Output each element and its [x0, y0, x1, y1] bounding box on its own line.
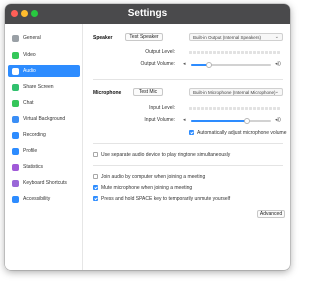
- divider: [93, 79, 283, 80]
- input-volume-fill: [191, 120, 247, 122]
- sidebar-item-label: Statistics: [23, 164, 44, 170]
- speaker-low-icon: ◂: [183, 117, 186, 123]
- space-unmute-checkbox[interactable]: [93, 196, 98, 201]
- input-volume-knob[interactable]: [244, 118, 250, 124]
- sidebar-item-accessibility[interactable]: Accessibility: [8, 193, 80, 205]
- sidebar-item-label: Profile: [23, 148, 38, 154]
- output-level-meter: [189, 51, 280, 54]
- sidebar: General Video Audio Share Screen Chat Vi…: [5, 24, 83, 270]
- output-volume-slider[interactable]: [191, 62, 271, 68]
- test-mic-button[interactable]: Test Mic: [133, 88, 163, 96]
- speaker-low-icon: ◂: [183, 61, 186, 67]
- sidebar-item-label: Audio: [23, 68, 36, 74]
- mute-on-join-checkbox[interactable]: [93, 185, 98, 190]
- divider: [93, 143, 283, 144]
- output-volume-label: Output Volume:: [140, 61, 175, 67]
- ringtone-device-checkbox[interactable]: [93, 152, 98, 157]
- audio-settings-panel: Speaker Test Speaker Built-in Output (In…: [83, 24, 290, 270]
- profile-icon: [12, 147, 19, 155]
- microphone-device-select[interactable]: Built-in Microphone (Internal Microphone…: [189, 88, 283, 96]
- speaker-high-icon: ◂)): [275, 61, 281, 67]
- sidebar-item-label: Recording: [23, 132, 46, 138]
- sidebar-item-label: Video: [23, 52, 36, 58]
- input-level-meter: [189, 107, 280, 110]
- keyboard-icon: [12, 179, 19, 187]
- chevron-down-icon: ⌄: [274, 34, 279, 40]
- auto-adjust-label: Automatically adjust microphone volume: [197, 130, 287, 136]
- sidebar-item-video[interactable]: Video: [8, 49, 80, 61]
- microphone-section-label: Microphone: [93, 90, 122, 96]
- sidebar-item-audio[interactable]: Audio: [8, 65, 80, 77]
- settings-window: Settings General Video Audio Share Scree…: [5, 4, 290, 270]
- chevron-down-icon: ⌄: [274, 89, 279, 95]
- mute-on-join-label: Mute microphone when joining a meeting: [101, 185, 193, 191]
- ringtone-device-label: Use separate audio device to play ringto…: [101, 152, 231, 158]
- sidebar-item-keyboard-shortcuts[interactable]: Keyboard Shortcuts: [8, 177, 80, 189]
- input-volume-label: Input Volume:: [144, 117, 175, 123]
- output-level-label: Output Level:: [145, 49, 175, 55]
- statistics-icon: [12, 163, 19, 171]
- test-speaker-button[interactable]: Test Speaker: [125, 33, 163, 41]
- accessibility-icon: [12, 195, 19, 203]
- sidebar-item-profile[interactable]: Profile: [8, 145, 80, 157]
- auto-adjust-checkbox[interactable]: [189, 130, 194, 135]
- advanced-button[interactable]: Advanced: [257, 210, 285, 218]
- join-audio-label: Join audio by computer when joining a me…: [101, 174, 206, 180]
- share-screen-icon: [12, 83, 19, 91]
- speaker-device-value: Built-in Output (Internal Speakers): [193, 34, 262, 40]
- join-audio-checkbox[interactable]: [93, 174, 98, 179]
- sidebar-item-virtual-background[interactable]: Virtual Background: [8, 113, 80, 125]
- space-unmute-label: Press and hold SPACE key to temporarily …: [101, 196, 231, 202]
- sidebar-item-label: Keyboard Shortcuts: [23, 180, 67, 186]
- sidebar-item-label: General: [23, 35, 41, 41]
- sidebar-item-recording[interactable]: Recording: [8, 129, 80, 141]
- sidebar-item-label: Share Screen: [23, 84, 54, 90]
- recording-icon: [12, 131, 19, 139]
- title-bar: Settings: [5, 4, 290, 24]
- chat-icon: [12, 99, 19, 107]
- virtual-background-icon: [12, 115, 19, 123]
- sidebar-item-general[interactable]: General: [8, 32, 80, 44]
- microphone-device-value: Built-in Microphone (Internal Microphone…: [193, 89, 276, 95]
- speaker-high-icon: ◂)): [275, 117, 281, 123]
- general-icon: [12, 34, 19, 42]
- divider: [93, 165, 283, 166]
- sidebar-item-share-screen[interactable]: Share Screen: [8, 81, 80, 93]
- audio-icon: [12, 67, 19, 75]
- sidebar-item-statistics[interactable]: Statistics: [8, 161, 80, 173]
- video-icon: [12, 51, 19, 59]
- sidebar-item-label: Chat: [23, 100, 34, 106]
- output-volume-knob[interactable]: [206, 62, 212, 68]
- speaker-device-select[interactable]: Built-in Output (Internal Speakers) ⌄: [189, 33, 283, 41]
- sidebar-item-chat[interactable]: Chat: [8, 97, 80, 109]
- window-title: Settings: [127, 8, 168, 19]
- sidebar-item-label: Virtual Background: [23, 116, 66, 122]
- speaker-section-label: Speaker: [93, 35, 113, 41]
- input-volume-slider[interactable]: [191, 118, 271, 124]
- input-level-label: Input Level:: [149, 105, 175, 111]
- sidebar-item-label: Accessibility: [23, 196, 51, 202]
